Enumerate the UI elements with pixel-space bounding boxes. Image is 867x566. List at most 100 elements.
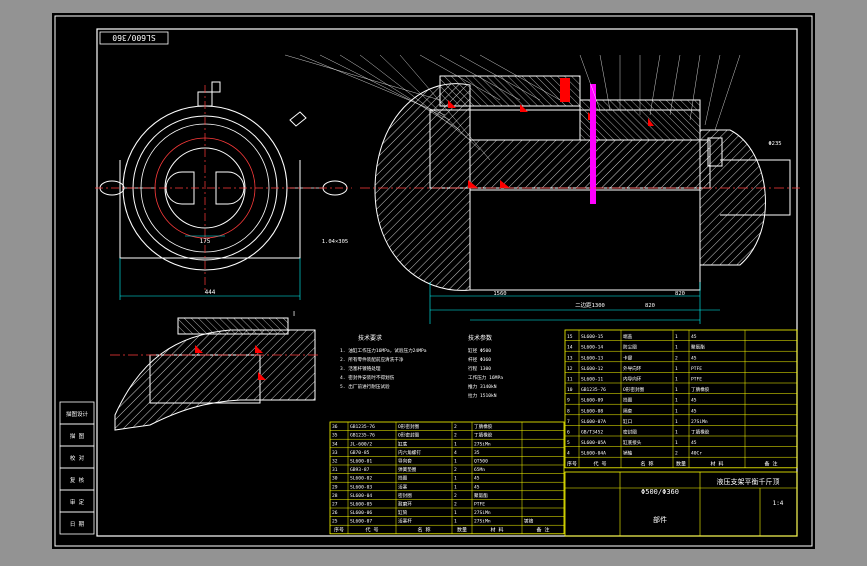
tech-req-line: 3. 活塞杆镀铬处理 — [340, 365, 381, 372]
table-cell: 28 — [332, 493, 338, 499]
table-cell: 1 — [454, 519, 457, 525]
table-cell: GB1235-76 — [350, 433, 375, 439]
table-cell: 1 — [675, 398, 678, 404]
table-cell: 4 — [567, 451, 570, 457]
table-header: 备 注 — [536, 526, 549, 533]
table-cell: 7 — [567, 419, 570, 425]
table-cell: 端盖 — [623, 333, 633, 340]
table-cell: QT500 — [474, 459, 488, 465]
table-cell: 聚氨酯 — [474, 492, 488, 499]
table-cell: 25 — [332, 519, 338, 525]
table-cell: 1 — [454, 476, 457, 482]
cad-viewport[interactable]: SL600/360 444 1 7 5 二边距1300 1560 820 820 Φ… — [0, 0, 867, 562]
table-cell: GB1235-76 — [581, 387, 606, 393]
table-cell: 销轴 — [623, 450, 633, 457]
table-cell: 丁腈橡胶 — [474, 423, 493, 430]
table-cell: SL600-14 — [581, 345, 603, 351]
table-cell: 33 — [332, 450, 338, 456]
table-cell: 1 — [675, 334, 678, 340]
table-header: 数量 — [676, 460, 686, 467]
dim-bottom-left: 444 — [205, 289, 216, 296]
table-cell: 65Mn — [474, 467, 485, 473]
table-header: 名 称 — [417, 526, 430, 533]
table-cell: 9 — [567, 398, 570, 404]
dim-end: 820 — [675, 291, 685, 297]
table-cell: SL600-09 — [581, 398, 603, 404]
table-cell: 27SiMn — [474, 519, 491, 525]
table-cell: 45 — [474, 484, 480, 490]
table-cell: 1 — [675, 419, 678, 425]
dim-overall: 1560 — [493, 291, 506, 297]
scale-label: 1:4 — [773, 500, 784, 507]
table-cell: 2 — [454, 424, 457, 430]
table-cell: 1 — [675, 366, 678, 372]
table-cell: 32 — [332, 459, 338, 465]
table-header: 代 号 — [593, 460, 606, 467]
table-cell: 31 — [332, 467, 338, 473]
table-cell: 隔套 — [623, 407, 633, 414]
table-cell: 1 — [454, 510, 457, 516]
table-cell: O形密封圈 — [398, 423, 420, 430]
table-cell: 1 — [454, 459, 457, 465]
table-cell: 45 — [474, 476, 480, 482]
table-cell: 1 — [454, 484, 457, 490]
table-cell: 外导向环 — [623, 365, 642, 372]
table-cell: 密封圈 — [398, 492, 412, 499]
table-cell: 丁腈橡胶 — [691, 429, 710, 436]
table-cell: 2 — [454, 493, 457, 499]
table-cell: 27SiMn — [474, 510, 491, 516]
table-header: 序号 — [567, 460, 577, 467]
table-cell: 45 — [691, 408, 697, 414]
tech-req-title: 技术要求 — [358, 334, 382, 342]
stamp-label: 校 对 — [70, 454, 85, 462]
tech-spec-title: 技术参数 — [468, 334, 492, 342]
table-cell: JL-600/2 — [350, 441, 372, 447]
tech-spec-line: 工作压力 16MPa — [468, 374, 503, 381]
table-cell: GB70-85 — [350, 450, 370, 456]
table-cell: 密封圈 — [623, 429, 637, 436]
table-cell: 14 — [567, 345, 573, 351]
tech-req-line: 1. 油缸工作压力16MPa，试验压力24MPa — [340, 347, 427, 354]
table-cell: 活塞 — [398, 483, 408, 490]
table-cell: 防尘圈 — [623, 344, 637, 351]
table-header: 数量 — [457, 526, 467, 533]
table-cell: 内六角螺钉 — [398, 449, 421, 456]
title-label: 部件 — [653, 515, 667, 524]
dim-rod: 820 — [645, 303, 655, 309]
table-cell: 2 — [454, 433, 457, 439]
table-cell: 5 — [567, 440, 570, 446]
table-cell: SL600-11 — [581, 377, 603, 383]
stamp-label: 审 定 — [70, 498, 85, 506]
dim-side: Φ235 — [768, 141, 781, 147]
table-cell: 耐磨环 — [398, 501, 412, 508]
table-cell: O形密封圈 — [623, 386, 645, 393]
table-cell: GB1235-76 — [350, 424, 375, 430]
tech-req-line: 2. 所有零件装配前应清洗干净 — [340, 356, 404, 363]
table-header: 备 注 — [764, 460, 777, 467]
table-cell: 导向套 — [398, 458, 412, 465]
table-cell: SL600-04 — [350, 493, 372, 499]
stamp-text: SL600/360 — [112, 33, 156, 42]
table-cell: PTFE — [691, 377, 702, 383]
dim-long: 二边距1300 — [575, 301, 605, 309]
table-cell: 1 — [675, 387, 678, 393]
table-cell: 45 — [691, 355, 697, 361]
table-cell: PTFE — [691, 366, 702, 372]
tech-spec-line: 拉力 1510kN — [468, 392, 497, 399]
table-cell: 34 — [332, 441, 338, 447]
table-cell: 1 — [675, 440, 678, 446]
table-cell: 丁腈橡胶 — [474, 432, 493, 439]
table-cell: 6 — [567, 430, 570, 436]
view-callout: Ⅰ — [293, 310, 295, 318]
table-cell: 11 — [567, 377, 573, 383]
table-cell: 聚氨酯 — [691, 344, 705, 351]
table-cell: 45 — [691, 398, 697, 404]
table-cell: SL600-01 — [350, 459, 372, 465]
table-cell: 缸筒 — [398, 509, 408, 516]
table-cell: GB/T3452 — [581, 430, 603, 436]
table-cell: 10 — [567, 387, 573, 393]
table-cell: 35 — [332, 433, 338, 439]
table-cell: 30 — [332, 476, 338, 482]
tech-req-line: 4. 密封件安装时不得划伤 — [340, 374, 395, 381]
tech-spec-line: 行程 1300 — [468, 365, 491, 372]
